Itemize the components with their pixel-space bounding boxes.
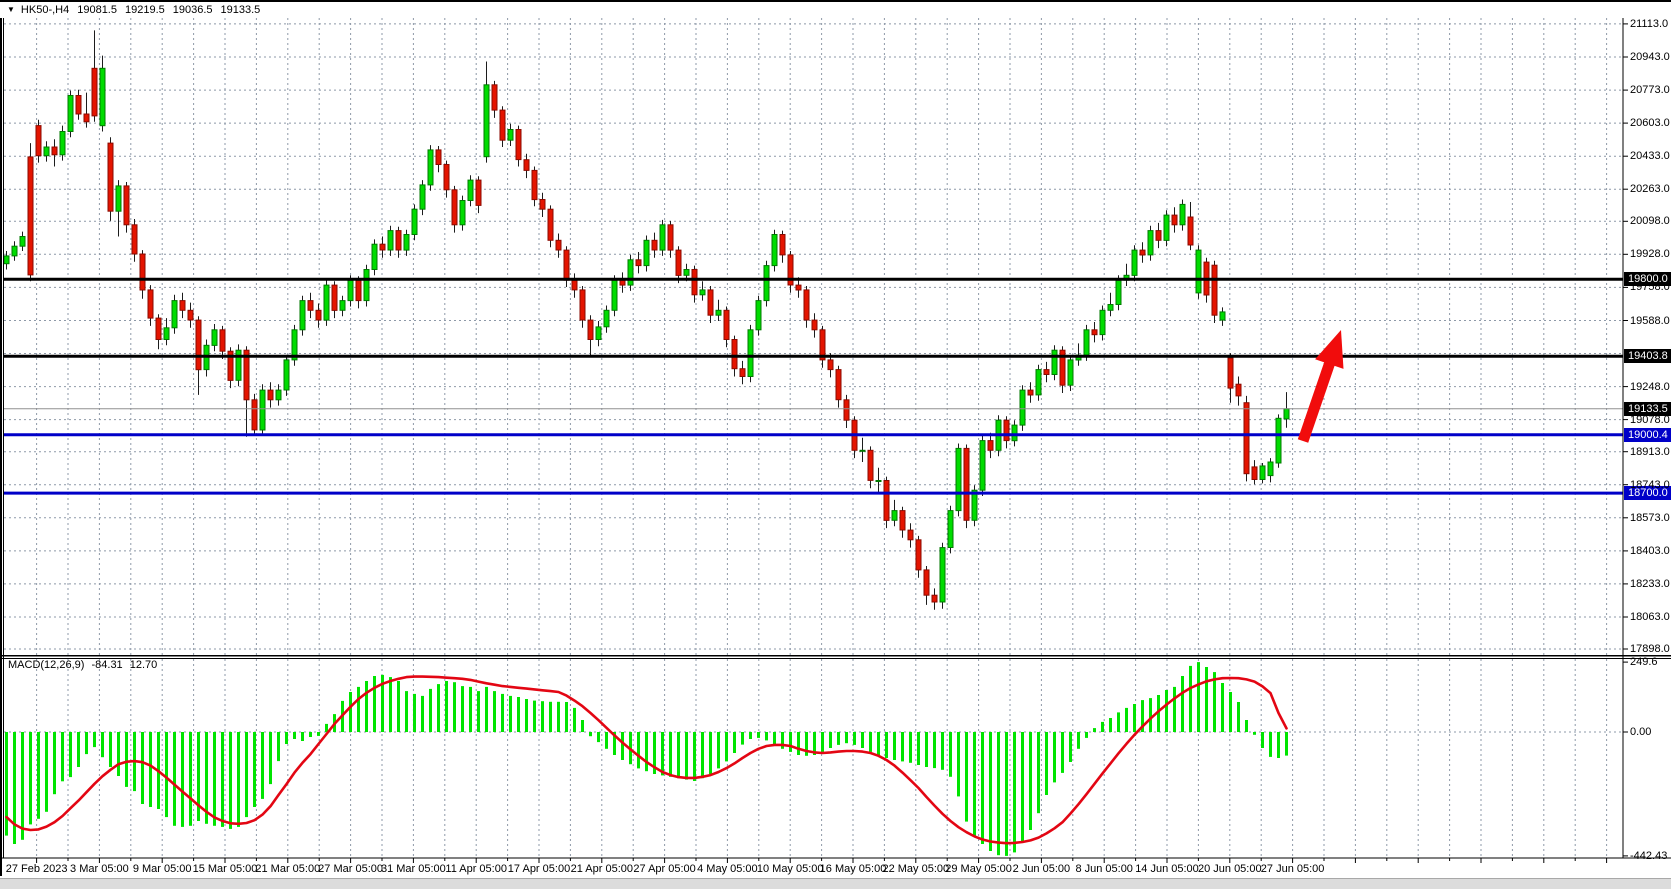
price-axis-tick-label: 20773.0 xyxy=(1630,84,1671,96)
price-axis-tick-label: 19588.0 xyxy=(1630,315,1671,327)
price-line-label-19000: 19000.4 xyxy=(1624,428,1671,442)
macd-name: MACD(12,26,9) xyxy=(8,659,84,671)
macd-axis-tick-label: 0.00 xyxy=(1630,726,1671,738)
price-axis-tick-label: 19758.0 xyxy=(1630,281,1671,293)
price-axis-tick-label: 20603.0 xyxy=(1630,117,1671,129)
price-axis-tick-label: 18573.0 xyxy=(1630,512,1671,524)
price-line-label-19403: 19403.8 xyxy=(1624,349,1671,363)
price-axis-tick-label: 20943.0 xyxy=(1630,51,1671,63)
chart-canvas[interactable] xyxy=(0,0,1671,889)
price-axis-tick-label: 18403.0 xyxy=(1630,545,1671,557)
price-axis-tick-label: 20433.0 xyxy=(1630,150,1671,162)
time-axis-tick-label: 27 Jun 05:00 xyxy=(1228,863,1358,875)
price-axis-tick-label: 18743.0 xyxy=(1630,479,1671,491)
price-axis-tick-label: 18063.0 xyxy=(1630,611,1671,623)
price-axis-tick-label: 19248.0 xyxy=(1630,381,1671,393)
macd-axis-tick-label: -442.43 xyxy=(1630,850,1671,862)
macd-indicator-label: MACD(12,26,9) -84.31 12.70 xyxy=(8,659,157,671)
price-axis-tick-label: 21113.0 xyxy=(1630,18,1671,30)
price-axis-tick-label: 19078.0 xyxy=(1630,414,1671,426)
price-axis-tick-label: 20263.0 xyxy=(1630,183,1671,195)
macd-value: -84.31 xyxy=(91,659,122,671)
price-axis-tick-label: 20098.0 xyxy=(1630,215,1671,227)
macd-axis-tick-label: 249.6 xyxy=(1630,656,1671,668)
trading-chart-window: ▼ HK50-,H4 19081.5 19219.5 19036.5 19133… xyxy=(0,0,1671,889)
window-bottom-edge xyxy=(0,878,1671,889)
price-axis-tick-label: 17898.0 xyxy=(1630,643,1671,655)
price-axis-tick-label: 18233.0 xyxy=(1630,578,1671,590)
macd-signal-value: 12.70 xyxy=(130,659,158,671)
price-axis-tick-label: 18913.0 xyxy=(1630,446,1671,458)
price-axis-tick-label: 19928.0 xyxy=(1630,248,1671,260)
